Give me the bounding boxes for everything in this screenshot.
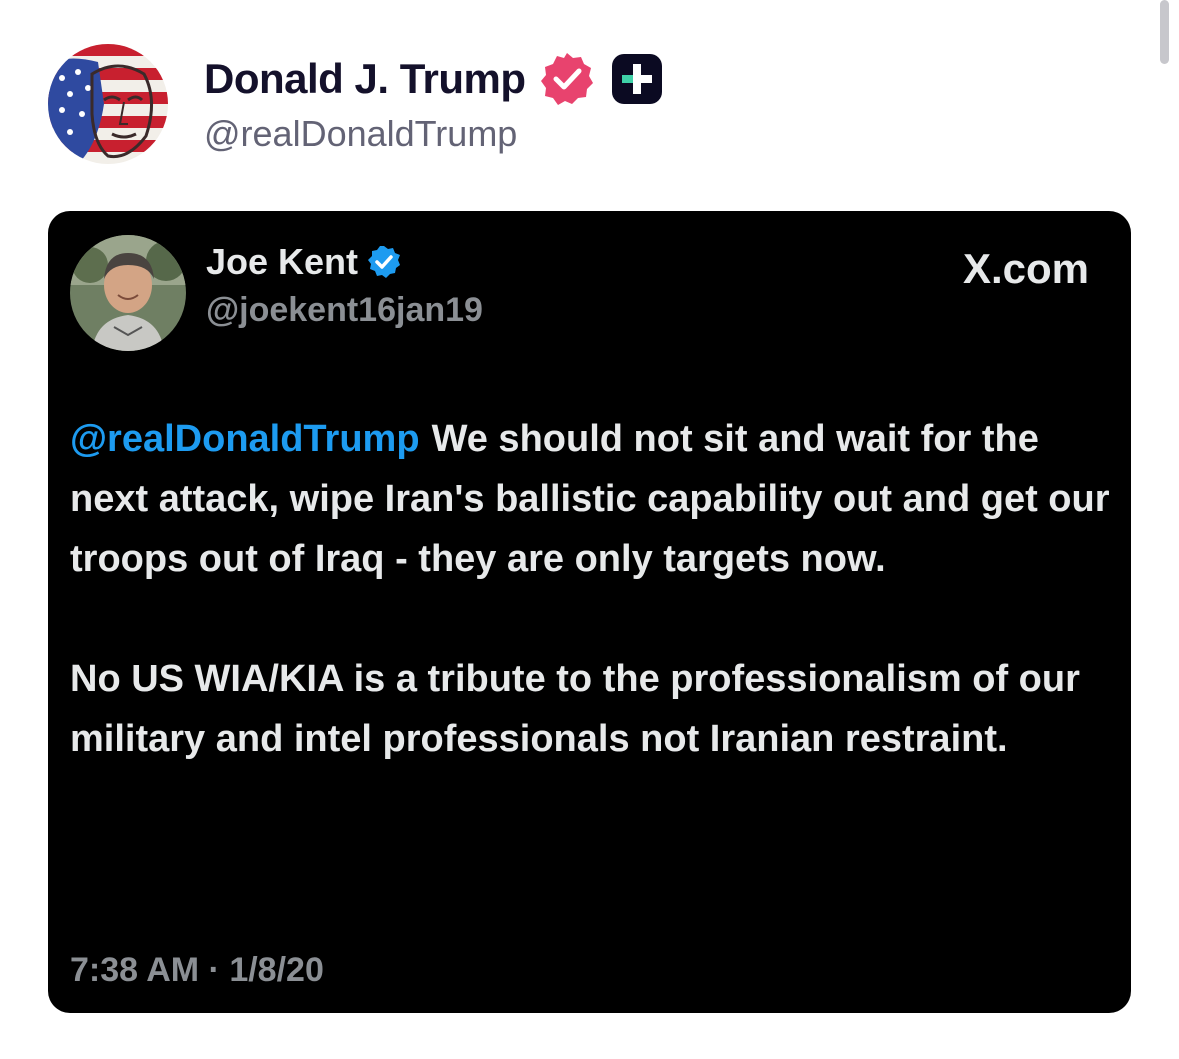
truth-social-plus-icon[interactable] xyxy=(610,52,664,106)
blue-check-icon xyxy=(366,244,402,280)
post-header: Donald J. Trump @realDonaldTrump xyxy=(48,42,664,166)
verified-badge-icon xyxy=(538,50,596,108)
tweet-timestamp[interactable]: 7:38 AM · 1/8/20 xyxy=(70,951,324,990)
tweet-body: @realDonaldTrump We should not sit and wa… xyxy=(70,409,1110,769)
post-view: Donald J. Trump @realDonaldTrump Joe Ken… xyxy=(0,0,1179,1059)
tweet-paragraph-2: No US WIA/KIA is a tribute to the profes… xyxy=(70,658,1080,760)
flag-portrait-avatar-icon xyxy=(48,44,168,164)
author-info: Donald J. Trump @realDonaldTrump xyxy=(204,53,664,155)
tweet-author-name[interactable]: Joe Kent xyxy=(206,241,358,283)
scrollbar[interactable] xyxy=(1160,0,1169,64)
author-avatar[interactable] xyxy=(48,44,168,164)
tweet-author-avatar[interactable] xyxy=(70,235,186,351)
author-handle[interactable]: @realDonaldTrump xyxy=(204,113,664,155)
tweet-author-handle[interactable]: @joekent16jan19 xyxy=(206,291,483,330)
profile-photo-avatar-icon xyxy=(70,235,186,351)
author-name-row: Donald J. Trump xyxy=(204,53,664,105)
embedded-tweet-card[interactable]: Joe Kent @joekent16jan19 X.com @realDona… xyxy=(48,211,1131,1013)
tweet-source-label: X.com xyxy=(962,245,1089,292)
author-display-name[interactable]: Donald J. Trump xyxy=(204,55,526,103)
tweet-mention-link[interactable]: @realDonaldTrump xyxy=(70,418,420,460)
tweet-author-name-row: Joe Kent xyxy=(206,241,402,283)
tweet-source-link[interactable]: X.com xyxy=(963,245,1089,293)
tweet-paragraph-1: @realDonaldTrump We should not sit and wa… xyxy=(70,409,1110,589)
